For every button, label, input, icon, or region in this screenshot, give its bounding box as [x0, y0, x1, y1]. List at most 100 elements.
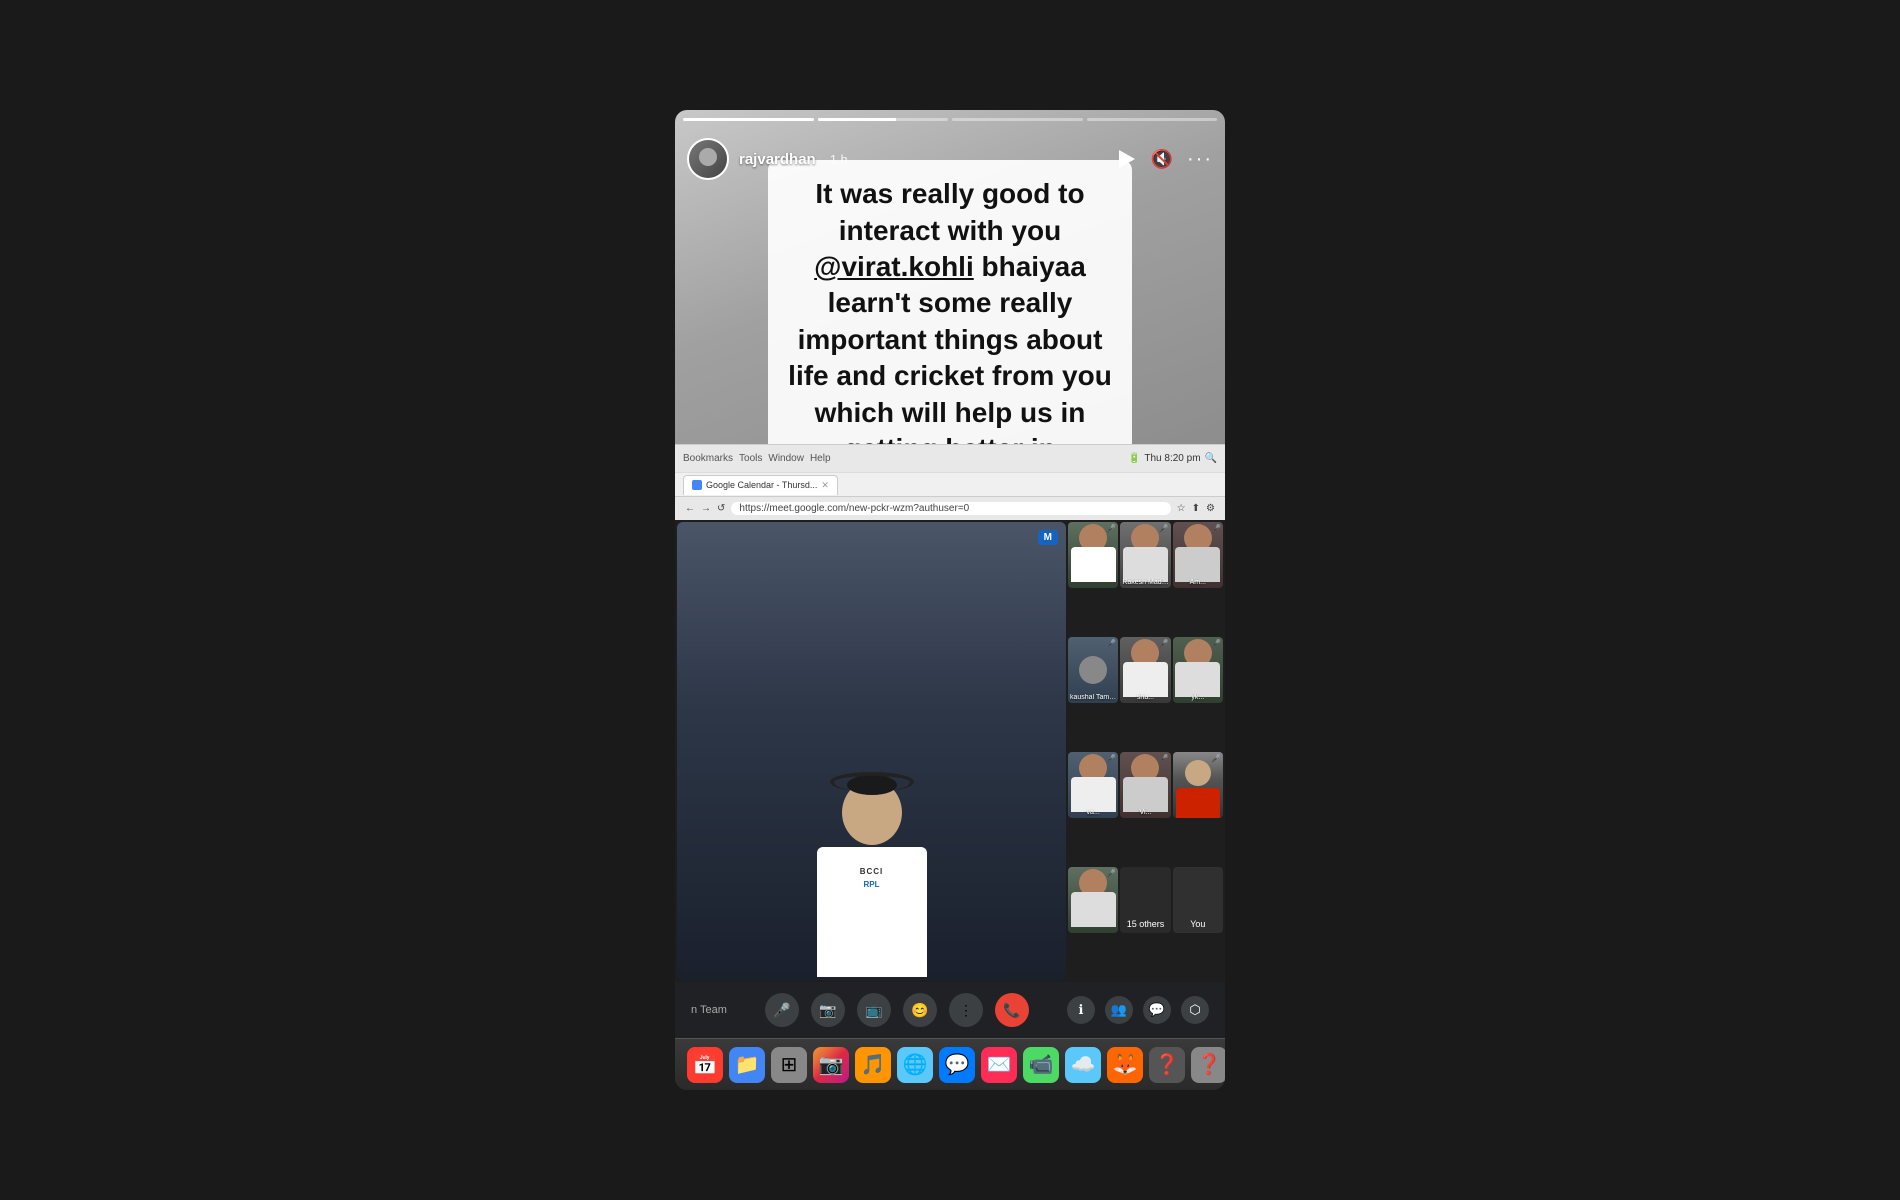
mic-control-btn[interactable]: 🎤	[765, 993, 799, 1027]
avatar	[687, 138, 729, 180]
progress-segment-1	[683, 118, 814, 121]
end-call-btn[interactable]: 📞	[995, 993, 1029, 1027]
mini-body-8	[1123, 777, 1168, 812]
video-thumb-virat: 🎤	[1173, 752, 1223, 818]
thumb-mic-icon-5: 🎤	[1159, 639, 1169, 648]
browser-time-area: 🔋 Thu 8:20 pm 🔍	[1128, 453, 1217, 464]
dock-item-instagram[interactable]: 📷	[813, 1047, 849, 1083]
mini-body-5	[1123, 662, 1168, 697]
headphones-icon	[830, 772, 914, 792]
video-thumb-5: sha... 🎤	[1120, 637, 1170, 703]
browser-menu-help[interactable]: Help	[810, 453, 831, 464]
thumb-name-8: Vi...	[1122, 809, 1168, 816]
virat-body	[1176, 788, 1220, 818]
progress-segment-2	[818, 118, 949, 121]
jersey-text: BCCI	[860, 867, 884, 876]
thumb-mic-icon-8: 🎤	[1159, 754, 1169, 763]
video-thumb-6: yk... 🎤	[1173, 637, 1223, 703]
dock-item-finder[interactable]: 📁	[729, 1047, 765, 1083]
virat-head	[1185, 760, 1211, 786]
meet-controls-bar: n Team 🎤 📷 📺 😊 ⋮ 📞 ℹ 👥 💬 ⬡	[675, 982, 1225, 1038]
mini-body-6	[1175, 662, 1220, 697]
username: rajvardhan	[739, 151, 816, 168]
browser-menu-bookmarks[interactable]: Bookmarks	[683, 453, 733, 464]
video-large-main: M BCCI RPL	[677, 522, 1066, 980]
activities-icon[interactable]: ⬡	[1181, 996, 1209, 1024]
meeting-name: n Team	[691, 1004, 727, 1016]
screen-share-btn[interactable]: 📺	[857, 993, 891, 1027]
more-options-icon[interactable]: ···	[1187, 148, 1213, 171]
time-ago: 1 h	[830, 152, 848, 167]
thumb-name-7: va...	[1070, 809, 1116, 816]
mini-person-6	[1175, 639, 1220, 701]
back-icon[interactable]: ←	[685, 503, 695, 514]
browser-search-icon[interactable]: 🔍	[1205, 453, 1217, 464]
browser-tab-row: Google Calendar - Thursd... ✕	[675, 472, 1225, 496]
caption-line7: which will help us in	[815, 397, 1086, 428]
video-person-large: BCCI RPL	[677, 522, 1066, 980]
more-ctrl-btn[interactable]: ⋮	[949, 993, 983, 1027]
camera-control-btn[interactable]: 📷	[811, 993, 845, 1027]
video-thumb-others: 15 others	[1120, 867, 1170, 933]
info-icon[interactable]: ℹ	[1067, 996, 1095, 1024]
people-icon[interactable]: 👥	[1105, 996, 1133, 1024]
dock-item-cloud[interactable]: ☁️	[1065, 1047, 1101, 1083]
dock-item-firefox[interactable]: 🦊	[1107, 1047, 1143, 1083]
dock-item-facetime[interactable]: 📹	[1023, 1047, 1059, 1083]
mini-body-1	[1071, 547, 1116, 582]
story-container: rajvardhan 1 h 🔇 ··· It was really good …	[675, 110, 1225, 1090]
mute-icon[interactable]: 🔇	[1151, 149, 1173, 170]
dock-item-launchpad[interactable]: ⊞	[771, 1047, 807, 1083]
others-count-text: 15 others	[1123, 915, 1169, 933]
dock-item-calendar[interactable]: 📅	[687, 1047, 723, 1083]
dock-item-help2[interactable]: ❓	[1191, 1047, 1225, 1083]
header-right: 🔇 ···	[1115, 148, 1213, 171]
you-label: You	[1186, 915, 1209, 933]
thumb-mic-icon-3: 🎤	[1211, 524, 1221, 533]
thumb-mic-icon-1: 🎤	[1106, 524, 1116, 533]
browser-tab-calendar[interactable]: Google Calendar - Thursd... ✕	[683, 475, 838, 495]
url-field[interactable]: https://meet.google.com/new-pckr-wzm?aut…	[731, 502, 1170, 515]
controls-right: ℹ 👥 💬 ⬡	[1067, 996, 1209, 1024]
caption-mention: @virat.kohli	[814, 251, 974, 282]
person-silhouette: BCCI RPL	[807, 770, 937, 970]
thumb-name-5: sha...	[1122, 694, 1168, 701]
tab-close-icon[interactable]: ✕	[821, 480, 829, 491]
dock-item-messages[interactable]: 💬	[939, 1047, 975, 1083]
refresh-icon[interactable]: ↺	[717, 503, 725, 514]
mini-head-4	[1079, 656, 1107, 684]
thumb-mic-icon-4: 🎤	[1106, 639, 1116, 648]
share-icon[interactable]: ⬆	[1192, 503, 1200, 514]
bookmark-icon[interactable]: ☆	[1177, 503, 1186, 514]
settings-icon[interactable]: ⚙	[1206, 503, 1215, 514]
mini-body-7	[1071, 777, 1116, 812]
caption-line4: learn't some really	[828, 287, 1073, 318]
browser-menu-tools[interactable]: Tools	[739, 453, 762, 464]
mini-body-2	[1123, 547, 1168, 582]
mini-person-10	[1071, 869, 1116, 931]
dock-item-help1[interactable]: ❓	[1149, 1047, 1185, 1083]
dock-item-browser[interactable]: 🌐	[897, 1047, 933, 1083]
avatar-person-icon	[699, 148, 717, 166]
person-head	[842, 780, 902, 845]
video-grid: 🎤 Rakesh Madu... 🎤	[1068, 522, 1223, 980]
mini-person-8	[1123, 754, 1168, 816]
emoji-btn[interactable]: 😊	[903, 993, 937, 1027]
browser-url-bar: ← → ↺ https://meet.google.com/new-pckr-w…	[675, 496, 1225, 520]
dock-item-music[interactable]: 🎵	[855, 1047, 891, 1083]
thumb-mic-icon-6: 🎤	[1211, 639, 1221, 648]
video-thumb-4: kaushal Tambe 🎤	[1068, 637, 1118, 703]
macos-dock: 📅 📁 ⊞ 📷 🎵 🌐 💬 ✉️ 📹 ☁️ 🦊 ❓ ❓ 🗑️	[675, 1038, 1225, 1090]
video-thumb-8: Vi... 🎤	[1120, 752, 1170, 818]
progress-bar-area	[675, 110, 1225, 121]
browser-menu-window[interactable]: Window	[768, 453, 804, 464]
mini-person-3	[1175, 524, 1220, 586]
person-body: BCCI RPL	[817, 847, 927, 977]
mini-person-1	[1071, 524, 1116, 586]
browser-tabs-row: Bookmarks Tools Window Help 🔋 Thu 8:20 p…	[683, 453, 1217, 464]
play-button[interactable]	[1115, 148, 1137, 170]
story-top: rajvardhan 1 h 🔇 ··· It was really good …	[675, 110, 1225, 520]
dock-item-mail[interactable]: ✉️	[981, 1047, 1017, 1083]
forward-icon[interactable]: →	[701, 503, 711, 514]
chat-icon[interactable]: 💬	[1143, 996, 1171, 1024]
